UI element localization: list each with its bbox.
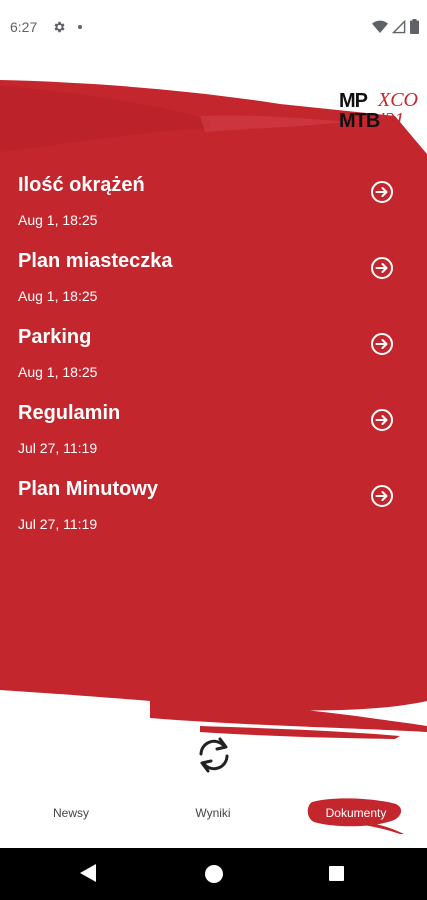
document-item[interactable]: Ilość okrążeń Aug 1, 18:25 xyxy=(0,168,427,244)
document-date: Jul 27, 11:19 xyxy=(18,440,98,456)
tab-newsy[interactable]: Newsy xyxy=(0,788,142,848)
back-icon[interactable] xyxy=(80,864,96,887)
tab-dokumenty[interactable]: Dokumenty xyxy=(285,788,427,848)
document-item[interactable]: Plan miasteczka Aug 1, 18:25 xyxy=(0,244,427,320)
status-time: 6:27 xyxy=(10,19,38,35)
recent-apps-icon[interactable] xyxy=(329,866,344,881)
document-item[interactable]: Parking Aug 1, 18:25 xyxy=(0,320,427,396)
documents-screen: MP MTB XCO '21 Ilość okrążeń Aug 1, 18:2… xyxy=(0,56,427,788)
status-icons xyxy=(372,19,419,39)
arrow-circle-right-icon[interactable] xyxy=(370,332,394,356)
document-title: Ilość okrążeń xyxy=(18,174,145,196)
document-list: Ilość okrążeń Aug 1, 18:25 Plan miastecz… xyxy=(0,168,427,548)
document-item[interactable]: Regulamin Jul 27, 11:19 xyxy=(0,396,427,472)
document-date: Aug 1, 18:25 xyxy=(18,364,98,380)
status-bar: 6:27 xyxy=(0,0,427,56)
arrow-circle-right-icon[interactable] xyxy=(370,180,394,204)
settings-gear-icon xyxy=(52,20,66,39)
system-nav-bar xyxy=(0,848,427,900)
home-icon[interactable] xyxy=(205,865,223,883)
document-title: Plan Minutowy xyxy=(18,478,158,500)
document-item[interactable]: Plan Minutowy Jul 27, 11:19 xyxy=(0,472,427,548)
document-date: Aug 1, 18:25 xyxy=(18,288,98,304)
arrow-circle-right-icon[interactable] xyxy=(370,484,394,508)
document-date: Aug 1, 18:25 xyxy=(18,212,98,228)
bottom-tab-bar: Newsy Wyniki Dokumenty xyxy=(0,788,427,848)
document-title: Plan miasteczka xyxy=(18,250,173,272)
arrow-circle-right-icon[interactable] xyxy=(370,408,394,432)
logo-line2: MTB xyxy=(339,110,380,132)
document-title: Regulamin xyxy=(18,402,121,424)
tab-wyniki[interactable]: Wyniki xyxy=(142,788,284,848)
notification-dot-icon xyxy=(78,25,82,29)
battery-icon xyxy=(410,19,419,39)
event-logo: MP MTB XCO '21 xyxy=(339,89,418,140)
cell-signal-icon xyxy=(391,19,406,39)
arrow-circle-right-icon[interactable] xyxy=(370,256,394,280)
wifi-icon xyxy=(372,20,388,39)
document-title: Parking xyxy=(18,326,92,348)
refresh-icon[interactable] xyxy=(193,735,235,775)
logo-accent2: '21 xyxy=(380,109,405,131)
document-date: Jul 27, 11:19 xyxy=(18,516,98,532)
